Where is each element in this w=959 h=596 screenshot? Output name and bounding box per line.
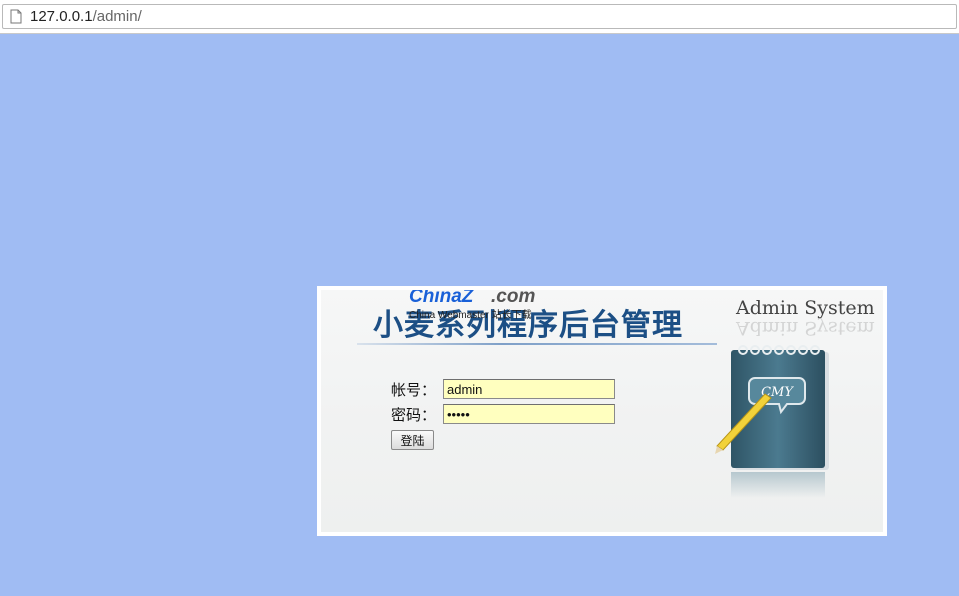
url-text[interactable]: 127.0.0.1/admin/ — [30, 8, 142, 26]
url-path: /admin/ — [92, 8, 142, 25]
url-host: 127.0.0.1 — [30, 8, 93, 25]
login-panel-background: 小麦系列程序后台管理 ChinaZ .com China Webmaster 站… — [321, 290, 883, 532]
watermark-subtitle: China Webmaster 站长下载 — [409, 310, 532, 321]
notebook-icon: CMY — [715, 345, 829, 498]
password-label: 密码： — [391, 406, 437, 424]
password-input[interactable] — [443, 404, 615, 424]
login-button[interactable]: 登陆 — [391, 430, 434, 450]
page-icon — [10, 9, 22, 24]
url-field[interactable]: 127.0.0.1/admin/ — [2, 4, 957, 29]
account-label: 帐号： — [391, 381, 437, 399]
admin-system-heading: Admin System — [736, 297, 875, 319]
login-panel: 小麦系列程序后台管理 ChinaZ .com China Webmaster 站… — [317, 286, 887, 536]
account-input[interactable] — [443, 379, 615, 399]
chinaz-watermark: ChinaZ .com China Webmaster 站长下载 — [409, 290, 559, 321]
admin-system-reflection: Admin System — [736, 317, 875, 339]
browser-address-bar: 127.0.0.1/admin/ — [0, 0, 959, 34]
title-divider — [357, 343, 717, 345]
